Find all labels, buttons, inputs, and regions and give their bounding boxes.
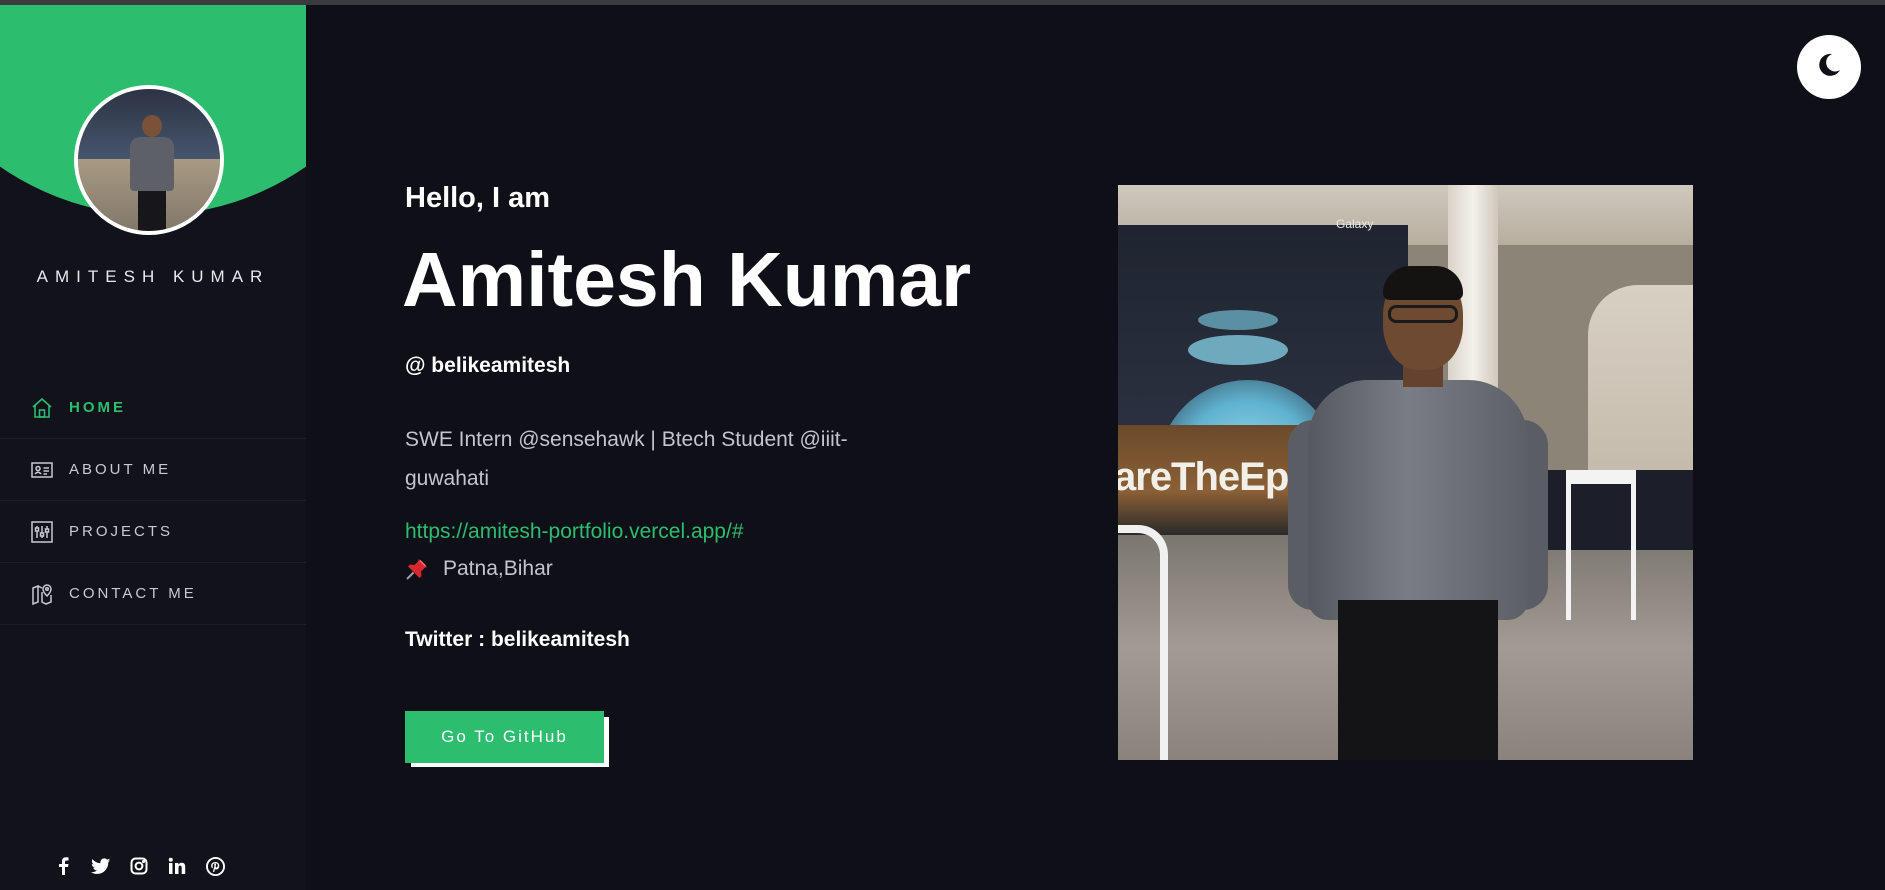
hero-handle: @ belikeamitesh [405,354,571,377]
sliders-icon [30,520,54,544]
website-link[interactable]: https://amitesh-portfolio.vercel.app/# [405,520,744,544]
theme-toggle-button[interactable] [1797,35,1861,99]
sidebar-item-home[interactable]: HOME [0,377,306,439]
sidebar-item-contact-me[interactable]: CONTACT ME [0,563,306,625]
social-links [52,855,226,877]
sidebar-item-label: CONTACT ME [69,585,197,602]
map-pin-icon [30,582,54,606]
pinterest-icon[interactable] [204,855,226,877]
sidebar-name: AMITESH KUMAR [36,267,270,286]
profile-photo: Galaxy areTheEp [1118,185,1693,760]
id-card-icon [30,458,54,482]
sidebar-item-about-me[interactable]: ABOUT ME [0,439,306,501]
pushpin-icon [405,557,429,581]
sidebar-item-label: ABOUT ME [69,461,172,478]
hero-location: Patna,Bihar [405,557,553,581]
photo-person [1288,266,1548,760]
moon-icon [1815,51,1843,83]
hero-greeting: Hello, I am [405,182,551,214]
avatar-person [130,115,174,231]
photo-stage-text: areTheEp [1118,455,1289,499]
sidebar-item-label: HOME [69,399,126,416]
twitter-icon[interactable] [90,855,112,877]
sidebar-item-projects[interactable]: PROJECTS [0,501,306,563]
home-icon [30,396,54,420]
github-button-wrap: Go To GitHub [405,711,611,767]
sidebar-item-label: PROJECTS [69,523,174,540]
go-to-github-button[interactable]: Go To GitHub [405,711,604,763]
photo-stool [1566,470,1636,620]
hero-bio: SWE Intern @sensehawk | Btech Student @i… [405,428,848,490]
hero-twitter: Twitter : belikeamitesh [405,628,630,651]
facebook-icon[interactable] [52,855,74,877]
sidebar: AMITESH KUMAR HOME ABOUT ME PROJECTS CON… [0,5,306,890]
hero-name: Amitesh Kumar [402,237,972,323]
avatar [74,85,224,235]
photo-brand-text: Galaxy [1336,217,1374,231]
location-text: Patna,Bihar [443,557,553,580]
linkedin-icon[interactable] [166,855,188,877]
instagram-icon[interactable] [128,855,150,877]
sidebar-nav: HOME ABOUT ME PROJECTS CONTACT ME [0,377,306,625]
